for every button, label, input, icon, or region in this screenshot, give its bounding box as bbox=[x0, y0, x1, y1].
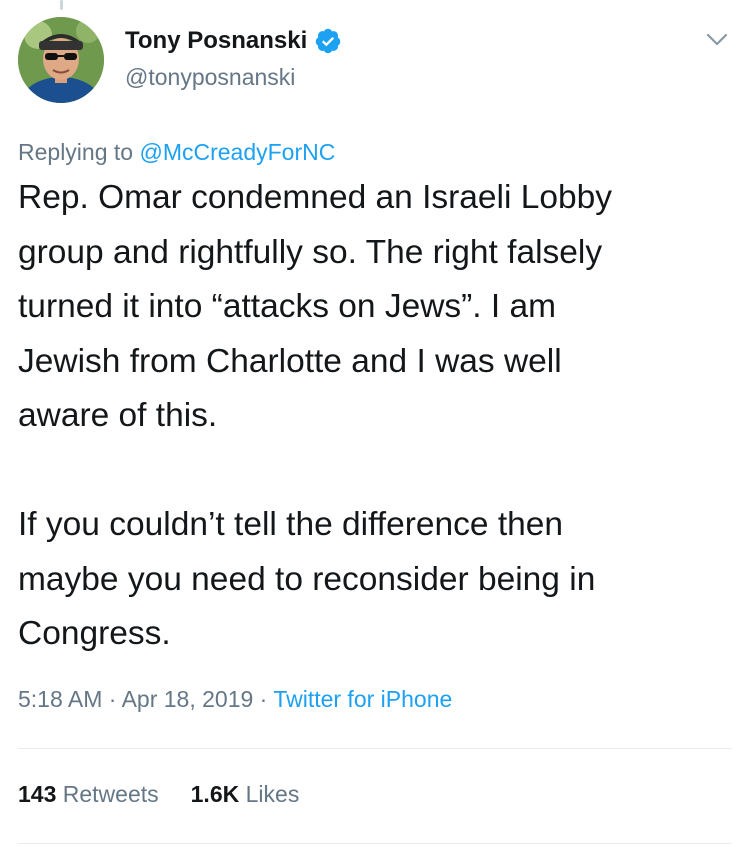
divider bbox=[18, 843, 732, 844]
likes-label: Likes bbox=[239, 781, 300, 807]
likes-stat[interactable]: 1.6K Likes bbox=[191, 781, 300, 808]
replying-to-line: Replying to @McCreadyForNC bbox=[18, 139, 335, 166]
reply-mention-link[interactable]: @McCreadyForNC bbox=[139, 139, 335, 165]
divider bbox=[18, 748, 732, 749]
chevron-down-icon[interactable] bbox=[704, 30, 730, 50]
author-handle[interactable]: @tonyposnanski bbox=[125, 64, 295, 91]
replying-to-prefix: Replying to bbox=[18, 139, 140, 165]
tweet-date[interactable]: Apr 18, 2019 bbox=[122, 686, 254, 712]
author-display-name[interactable]: Tony Posnanski bbox=[125, 27, 307, 55]
verified-badge-icon bbox=[314, 27, 342, 55]
tweet-meta-row: 5:18 AM · Apr 18, 2019 · Twitter for iPh… bbox=[18, 686, 452, 713]
likes-count: 1.6K bbox=[190, 781, 240, 807]
retweets-label: Retweets bbox=[56, 781, 159, 807]
tweet-text: Rep. Omar condemned an Israeli Lobby gro… bbox=[18, 179, 613, 652]
retweets-count: 143 bbox=[18, 781, 57, 807]
retweets-stat[interactable]: 143 Retweets bbox=[18, 781, 159, 808]
tweet-time[interactable]: 5:18 AM bbox=[18, 686, 102, 712]
tweet-source-link[interactable]: Twitter for iPhone bbox=[273, 686, 452, 712]
profile-photo-icon bbox=[18, 17, 104, 103]
engagement-stats: 143 Retweets 1.6K Likes bbox=[18, 781, 299, 808]
meta-separator: · bbox=[102, 686, 122, 712]
author-name-row[interactable]: Tony Posnanski bbox=[125, 27, 342, 55]
thread-connector-line bbox=[60, 0, 63, 10]
avatar[interactable] bbox=[18, 17, 104, 103]
meta-separator: · bbox=[253, 686, 274, 712]
